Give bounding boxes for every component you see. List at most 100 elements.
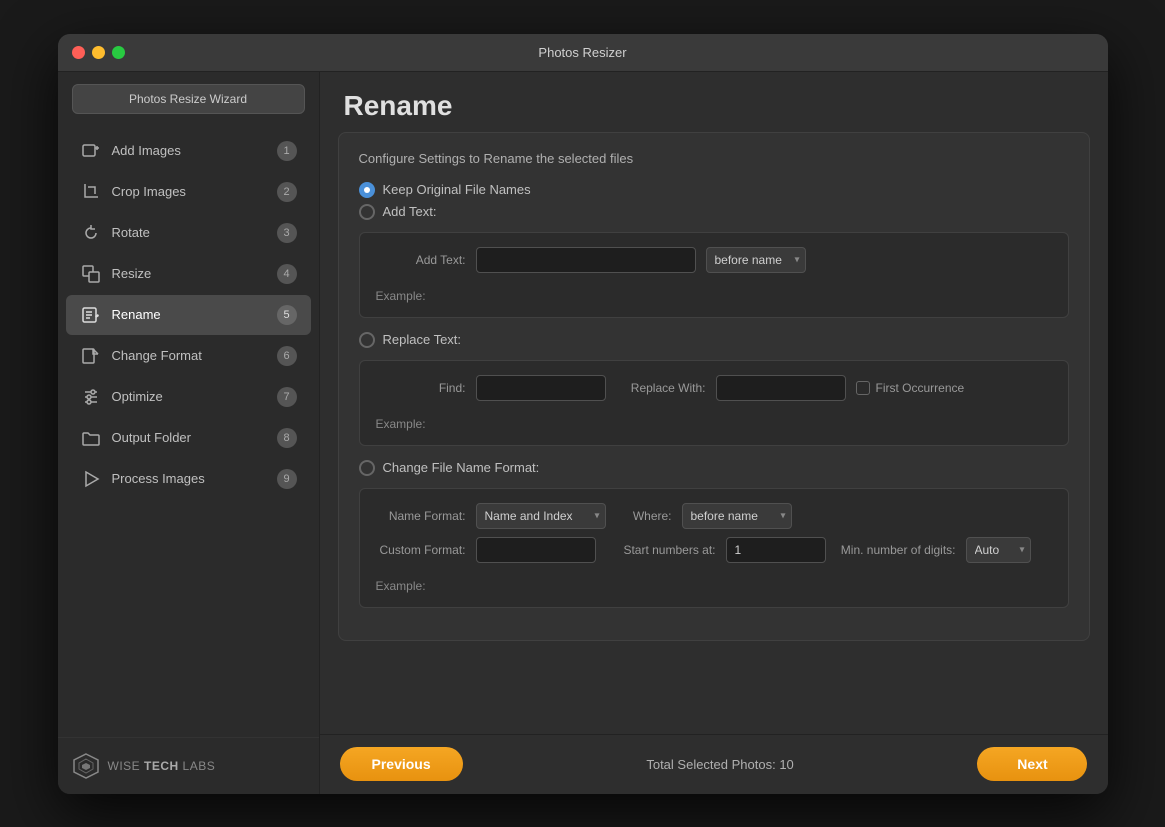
replace-text-example-row: Example:	[376, 409, 1052, 431]
change-format-row1: Name Format: Name and Index Index only C…	[376, 503, 1052, 529]
name-format-label: Name Format:	[376, 509, 466, 523]
replace-text-form-box: Find: Replace With: First Occurrence Exa…	[359, 360, 1069, 446]
close-button[interactable]	[72, 46, 85, 59]
rotate-icon	[80, 222, 102, 244]
title-bar: Photos Resizer	[58, 34, 1108, 72]
radio-keep-original[interactable]: Keep Original File Names	[359, 182, 1069, 198]
radio-change-format-label: Change File Name Format:	[383, 460, 540, 475]
optimize-icon	[80, 386, 102, 408]
add-images-icon	[80, 140, 102, 162]
add-text-example-label: Example:	[376, 289, 426, 303]
footer-status: Total Selected Photos: 10	[646, 757, 793, 772]
min-digits-select-wrapper: Auto 1 2 3 4	[966, 537, 1031, 563]
panel-header: Rename	[320, 72, 1108, 132]
radio-keep-original-label: Keep Original File Names	[383, 182, 531, 197]
sidebar-item-change-format[interactable]: Change Format 6	[66, 336, 311, 376]
custom-format-label: Custom Format:	[376, 543, 466, 557]
add-text-input[interactable]	[476, 247, 696, 273]
sidebar-label-add-images: Add Images	[112, 143, 181, 158]
crop-images-icon	[80, 181, 102, 203]
change-format-row2: Custom Format: Start numbers at: Min. nu…	[376, 537, 1052, 563]
radio-replace-text[interactable]: Replace Text:	[359, 332, 1069, 348]
add-text-form-row: Add Text: before name after name	[376, 247, 1052, 273]
start-numbers-label: Start numbers at:	[606, 543, 716, 557]
radio-change-format[interactable]: Change File Name Format:	[359, 460, 1069, 476]
sidebar-badge-output-folder: 8	[277, 428, 297, 448]
sidebar-badge-rotate: 3	[277, 223, 297, 243]
sidebar-badge-rename: 5	[277, 305, 297, 325]
first-occurrence-checkbox[interactable]	[856, 381, 870, 395]
first-occurrence-checkbox-row: First Occurrence	[856, 381, 965, 395]
process-images-icon	[80, 468, 102, 490]
radio-add-text[interactable]: Add Text:	[359, 204, 1069, 220]
name-format-select-wrapper: Name and Index Index only Custom	[476, 503, 606, 529]
traffic-lights	[72, 46, 125, 59]
replace-text-form-row: Find: Replace With: First Occurrence	[376, 375, 1052, 401]
add-text-position-wrapper: before name after name	[706, 247, 806, 273]
add-text-example-row: Example:	[376, 281, 1052, 303]
sidebar-item-process-images[interactable]: Process Images 9	[66, 459, 311, 499]
first-occurrence-label: First Occurrence	[876, 381, 965, 395]
sidebar-badge-resize: 4	[277, 264, 297, 284]
main-panel: Rename Configure Settings to Rename the …	[320, 72, 1108, 794]
replace-with-input[interactable]	[716, 375, 846, 401]
sidebar-label-output-folder: Output Folder	[112, 430, 192, 445]
main-content: Photos Resize Wizard Add Images 1	[58, 72, 1108, 794]
min-digits-select[interactable]: Auto 1 2 3 4	[966, 537, 1031, 563]
sidebar-item-add-images[interactable]: Add Images 1	[66, 131, 311, 171]
sidebar-item-resize[interactable]: Resize 4	[66, 254, 311, 294]
name-format-select[interactable]: Name and Index Index only Custom	[476, 503, 606, 529]
sidebar-badge-process-images: 9	[277, 469, 297, 489]
sidebar-item-rename[interactable]: Rename 5	[66, 295, 311, 335]
change-format-example-label: Example:	[376, 579, 426, 593]
custom-format-input[interactable]	[476, 537, 596, 563]
find-input[interactable]	[476, 375, 606, 401]
settings-card: Configure Settings to Rename the selecte…	[338, 132, 1090, 641]
app-window: Photos Resizer Photos Resize Wizard Add …	[58, 34, 1108, 794]
panel-body: Configure Settings to Rename the selecte…	[320, 132, 1108, 734]
rename-icon	[80, 304, 102, 326]
replace-with-label: Replace With:	[616, 381, 706, 395]
window-title: Photos Resizer	[538, 45, 626, 60]
min-digits-label: Min. number of digits:	[836, 543, 956, 557]
sidebar-item-crop-images[interactable]: Crop Images 2	[66, 172, 311, 212]
maximize-button[interactable]	[112, 46, 125, 59]
sidebar-label-rename: Rename	[112, 307, 161, 322]
sidebar-item-output-folder[interactable]: Output Folder 8	[66, 418, 311, 458]
wizard-button[interactable]: Photos Resize Wizard	[72, 84, 305, 114]
page-title: Rename	[344, 90, 1084, 122]
sidebar-label-process-images: Process Images	[112, 471, 205, 486]
where-select-wrapper: before name after name	[682, 503, 792, 529]
sidebar: Photos Resize Wizard Add Images 1	[58, 72, 320, 794]
radio-replace-text-label: Replace Text:	[383, 332, 462, 347]
start-number-input[interactable]	[726, 537, 826, 563]
sidebar-label-change-format: Change Format	[112, 348, 202, 363]
add-text-position-select[interactable]: before name after name	[706, 247, 806, 273]
radio-add-text-indicator	[359, 204, 375, 220]
next-button[interactable]: Next	[977, 747, 1087, 781]
sidebar-label-rotate: Rotate	[112, 225, 150, 240]
radio-replace-text-indicator	[359, 332, 375, 348]
brand-text: WISE TECH LABS	[108, 759, 216, 773]
previous-button[interactable]: Previous	[340, 747, 463, 781]
sidebar-label-resize: Resize	[112, 266, 152, 281]
sidebar-footer: WISE TECH LABS	[58, 737, 319, 794]
change-format-example-row: Example:	[376, 571, 1052, 593]
sidebar-label-crop-images: Crop Images	[112, 184, 186, 199]
sidebar-item-rotate[interactable]: Rotate 3	[66, 213, 311, 253]
change-format-form-box: Name Format: Name and Index Index only C…	[359, 488, 1069, 608]
radio-add-text-label: Add Text:	[383, 204, 437, 219]
where-select[interactable]: before name after name	[682, 503, 792, 529]
minimize-button[interactable]	[92, 46, 105, 59]
change-format-icon	[80, 345, 102, 367]
add-text-label: Add Text:	[376, 253, 466, 267]
sidebar-badge-optimize: 7	[277, 387, 297, 407]
find-label: Find:	[376, 381, 466, 395]
sidebar-badge-change-format: 6	[277, 346, 297, 366]
sidebar-label-optimize: Optimize	[112, 389, 163, 404]
sidebar-item-optimize[interactable]: Optimize 7	[66, 377, 311, 417]
wise-tech-logo	[72, 752, 100, 780]
radio-keep-original-indicator	[359, 182, 375, 198]
add-text-form-box: Add Text: before name after name Example…	[359, 232, 1069, 318]
nav-items: Add Images 1 Crop Images 2	[58, 126, 319, 737]
